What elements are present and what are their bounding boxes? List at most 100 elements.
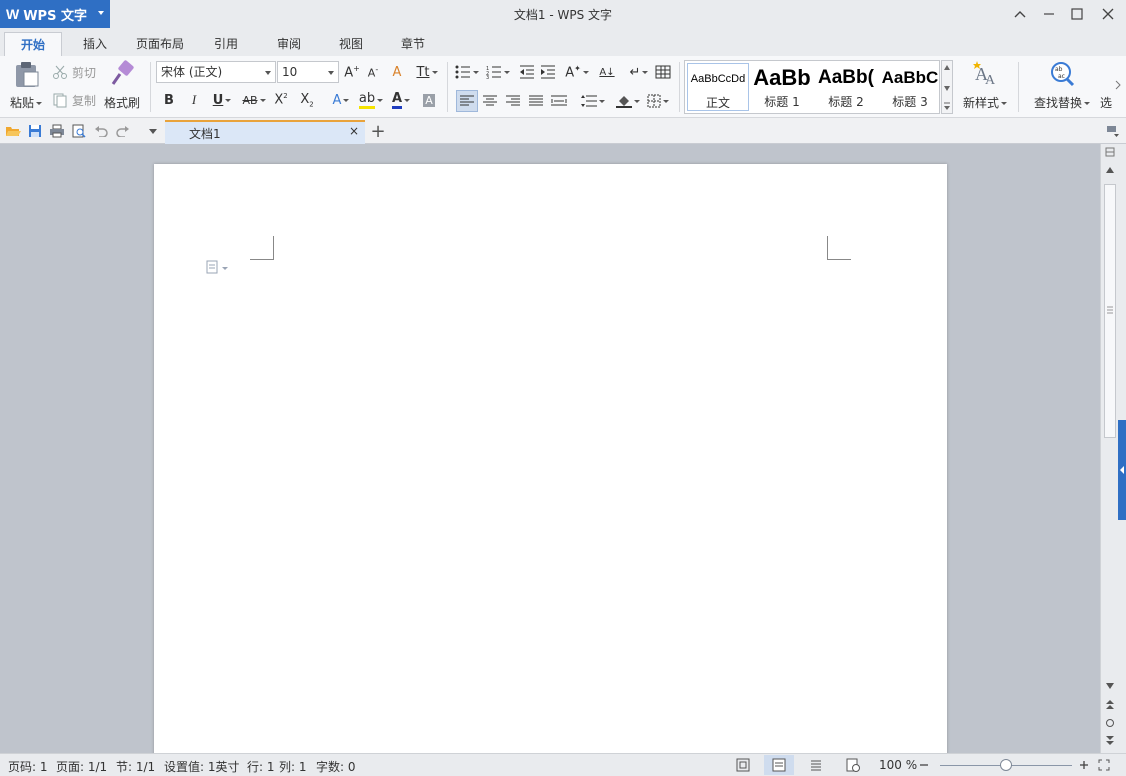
split-view-button[interactable] <box>1104 147 1116 159</box>
tab-chapter[interactable]: 章节 <box>386 32 440 56</box>
paragraph-layout-icon[interactable] <box>206 260 230 277</box>
align-center-button[interactable] <box>479 90 501 112</box>
strikethrough-button[interactable]: AB <box>239 89 269 111</box>
print-preview-button[interactable] <box>70 122 88 140</box>
ribbon-scroll-right-button[interactable] <box>1114 80 1122 90</box>
customize-quick-access-button[interactable] <box>144 122 162 140</box>
tab-review[interactable]: 审阅 <box>262 32 316 56</box>
double-chevron-down-icon <box>1106 736 1114 745</box>
character-shading-button[interactable]: A <box>418 89 440 111</box>
minimize-button[interactable] <box>1038 4 1060 24</box>
outdent-icon <box>520 65 534 79</box>
copy-button[interactable]: 复制 <box>52 90 96 110</box>
zoom-in-button[interactable] <box>1074 755 1094 775</box>
cut-button[interactable]: 剪切 <box>52 62 96 82</box>
tab-page-layout[interactable]: 页面布局 <box>128 32 192 56</box>
undo-button[interactable] <box>92 122 110 140</box>
side-panel-toggle[interactable] <box>1118 420 1126 520</box>
paragraph-shading-button[interactable] <box>613 90 643 112</box>
scrollbar-thumb[interactable] <box>1104 184 1116 438</box>
cut-label: 剪切 <box>72 65 97 80</box>
scroll-up-button[interactable] <box>1104 166 1116 178</box>
page-view-icon <box>772 758 786 772</box>
web-view-button[interactable] <box>838 755 868 775</box>
font-color-button[interactable]: A <box>386 89 416 111</box>
show-marks-button[interactable]: ↵ <box>625 61 653 83</box>
style-heading-3[interactable]: AaBbC 标题 3 <box>879 63 941 111</box>
next-page-button[interactable] <box>1104 736 1116 748</box>
fit-window-button[interactable] <box>1094 755 1114 775</box>
superscript-button[interactable]: X2 <box>270 89 292 111</box>
bold-button[interactable]: B <box>158 89 180 111</box>
distribute-icon <box>551 95 567 106</box>
redo-button[interactable] <box>114 122 132 140</box>
table-button[interactable] <box>652 61 674 83</box>
distributed-align-button[interactable] <box>548 90 570 112</box>
chinese-layout-button[interactable]: A✦ <box>562 61 592 83</box>
align-left-button[interactable] <box>456 90 478 112</box>
document-tab[interactable]: 文档1 × <box>165 120 365 144</box>
new-style-button[interactable]: AA 新样式 <box>958 60 1012 114</box>
style-gallery-scroll[interactable] <box>941 60 953 114</box>
outline-view-button[interactable] <box>801 755 831 775</box>
text-effect-button[interactable]: A <box>326 89 356 111</box>
style-preview: AaBbC <box>881 68 939 87</box>
collapse-ribbon-button[interactable] <box>1009 4 1031 24</box>
decrease-indent-button[interactable] <box>516 61 538 83</box>
tab-references[interactable]: 引用 <box>200 32 252 56</box>
style-normal[interactable]: AaBbCcDd 正文 <box>687 63 749 111</box>
open-button[interactable] <box>4 122 22 140</box>
highlight-button[interactable]: ab <box>356 89 386 111</box>
new-tab-button[interactable]: + <box>369 121 387 142</box>
close-tab-icon[interactable]: × <box>349 124 359 138</box>
align-right-button[interactable] <box>502 90 524 112</box>
zoom-level[interactable]: 100 % <box>879 758 917 772</box>
browse-object-button[interactable] <box>1104 718 1116 730</box>
style-heading-1[interactable]: AaBb 标题 1 <box>751 63 813 111</box>
format-painter-button[interactable]: 格式刷 <box>102 60 142 114</box>
zoom-slider-handle[interactable] <box>1000 759 1012 771</box>
style-label: 标题 1 <box>764 95 800 109</box>
zoom-out-button[interactable] <box>914 755 934 775</box>
document-icon <box>206 260 228 274</box>
justify-button[interactable] <box>525 90 547 112</box>
numbered-list-button[interactable]: 123 <box>483 61 513 83</box>
clear-format-button[interactable]: A <box>386 61 408 83</box>
chevron-down-icon <box>1084 102 1090 105</box>
print-button[interactable] <box>48 122 66 140</box>
vertical-scrollbar[interactable] <box>1100 144 1118 753</box>
ribbon-options-button[interactable] <box>1104 122 1122 140</box>
bullet-list-button[interactable] <box>452 61 482 83</box>
grow-font-button[interactable]: A+ <box>341 61 363 83</box>
maximize-button[interactable] <box>1066 4 1088 24</box>
full-screen-view-button[interactable] <box>728 755 758 775</box>
select-button[interactable]: 选 <box>1098 60 1114 114</box>
font-name-select[interactable]: 宋体 (正文) <box>156 61 276 83</box>
subscript-button[interactable]: X2 <box>296 89 318 111</box>
phonetic-guide-button[interactable]: Tt <box>412 61 442 83</box>
document-workspace[interactable] <box>0 144 1100 764</box>
document-page[interactable] <box>154 164 947 764</box>
tab-insert[interactable]: 插入 <box>70 32 120 56</box>
paste-button[interactable]: 粘贴 <box>6 60 46 114</box>
svg-text:A: A <box>985 73 996 88</box>
shrink-font-button[interactable]: A- <box>362 61 384 83</box>
sort-button[interactable]: A↓ <box>596 61 618 83</box>
scroll-down-button[interactable] <box>1104 682 1116 694</box>
increase-indent-button[interactable] <box>537 61 559 83</box>
font-size-select[interactable]: 10 <box>277 61 339 83</box>
borders-button[interactable] <box>643 90 673 112</box>
previous-page-button[interactable] <box>1104 700 1116 712</box>
save-button[interactable] <box>26 122 44 140</box>
find-replace-button[interactable]: ab ac 查找替换 <box>1030 60 1094 114</box>
underline-button[interactable]: U <box>207 89 237 111</box>
italic-button[interactable]: I <box>183 89 205 111</box>
status-word-count[interactable]: 字数: 0 <box>316 758 356 775</box>
status-setting[interactable]: 设置值: 1英寸 <box>164 758 240 775</box>
line-spacing-button[interactable] <box>578 90 608 112</box>
tab-home[interactable]: 开始 <box>4 32 62 56</box>
close-button[interactable] <box>1097 4 1119 24</box>
style-heading-2[interactable]: AaBb( 标题 2 <box>815 63 877 111</box>
page-view-button[interactable] <box>764 755 794 775</box>
tab-view[interactable]: 视图 <box>324 32 378 56</box>
